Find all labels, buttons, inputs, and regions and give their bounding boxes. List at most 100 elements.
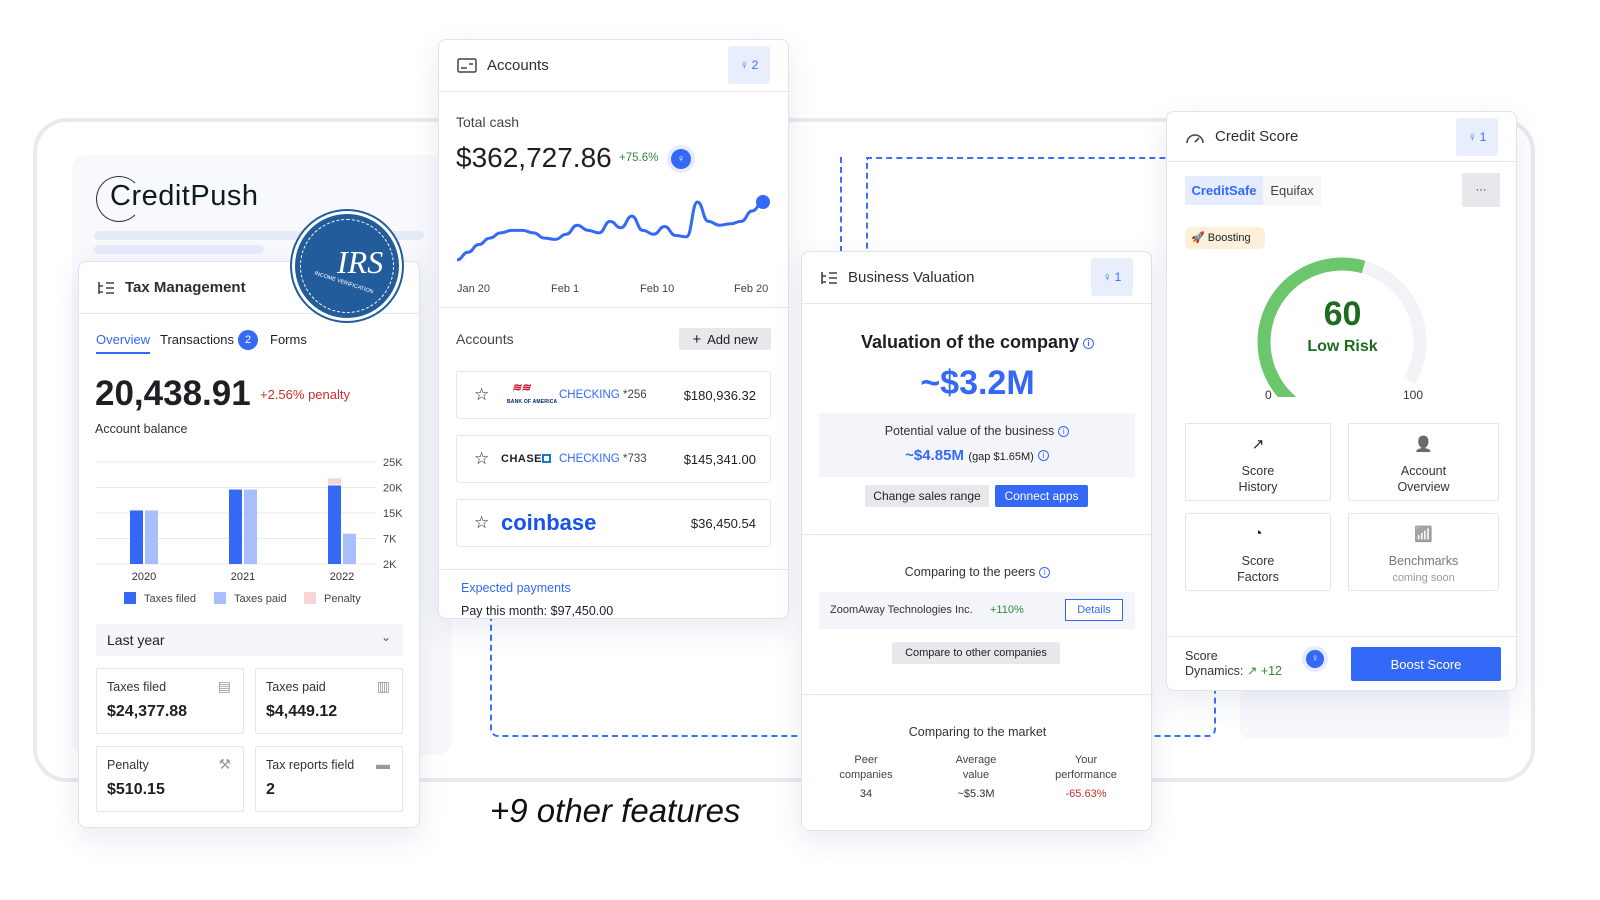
market-stat: Your performance -65.63%: [1036, 753, 1136, 802]
account-amount: $180,936.32: [683, 388, 756, 403]
active-tab-indicator: [96, 352, 150, 354]
credit-tile[interactable]: ↗ Score History: [1185, 423, 1331, 501]
credit-tile[interactable]: 👤 Account Overview: [1348, 423, 1499, 501]
market-label: performance: [1055, 769, 1117, 781]
divider: [439, 307, 788, 308]
bar-taxes-filed: [328, 485, 341, 564]
tab-equifax[interactable]: Equifax: [1263, 176, 1321, 205]
tab-transactions[interactable]: Transactions: [160, 332, 234, 347]
bar-penalty: [328, 478, 341, 485]
pay-this-month: Pay this month: $97,450.00: [461, 604, 614, 618]
divider: [439, 569, 788, 570]
pie-chart-icon: ◔: [1253, 525, 1263, 542]
account-type: CHECKING: [559, 453, 620, 465]
market-title: Comparing to the market: [908, 725, 1047, 739]
change-sales-range-button[interactable]: Change sales range: [865, 485, 989, 507]
wallet-icon: [457, 58, 477, 73]
stat-value: $4,449.12: [266, 703, 338, 720]
stat-value: 2: [266, 781, 275, 798]
boost-score-button[interactable]: Boost Score: [1351, 647, 1501, 681]
insights-button[interactable]: ♀ 1: [1091, 258, 1133, 296]
benchmark-chart-icon: 📶: [1414, 526, 1433, 543]
add-new-button[interactable]: + Add new: [679, 328, 771, 350]
bar-taxes-filed: [130, 510, 143, 564]
connect-apps-button[interactable]: Connect apps: [995, 485, 1088, 507]
legend-label: Taxes paid: [234, 593, 287, 605]
info-icon[interactable]: i: [1037, 450, 1049, 462]
stat-label: Taxes filed: [107, 680, 167, 694]
info-icon[interactable]: i: [1058, 426, 1070, 438]
account-row[interactable]: ☆ coinbase $36,450.54: [456, 499, 771, 547]
more-options-button[interactable]: ···: [1462, 173, 1500, 207]
divider: [1167, 636, 1516, 637]
dashed-line: [840, 157, 842, 252]
tab-overview[interactable]: Overview: [96, 332, 150, 347]
features-tagline: +9 other features: [490, 792, 741, 829]
gauge-max: 100: [1403, 388, 1424, 402]
bank-logo: coinbase: [501, 510, 597, 535]
insights-button[interactable]: ♀ 2: [728, 46, 770, 84]
tile-label: Benchmarks coming soon: [1349, 553, 1498, 586]
card-title: Tax Management: [125, 279, 246, 296]
total-cash: $362,727.86: [456, 142, 612, 173]
market-label: value: [962, 769, 990, 781]
stat-label: Penalty: [107, 758, 149, 772]
period-select[interactable]: Last year ⌄: [96, 624, 403, 656]
backdrop-panel: [1240, 690, 1510, 738]
expected-payments-link[interactable]: Expected payments: [461, 581, 571, 595]
potential-label-text: Potential value of the business: [884, 424, 1055, 438]
insights-count: 1: [1479, 130, 1487, 144]
transactions-badge: 2: [238, 330, 258, 350]
lightbulb-icon[interactable]: ♀: [1306, 650, 1324, 668]
divider: [802, 694, 1151, 695]
info-icon[interactable]: i: [1039, 567, 1051, 579]
credit-tile[interactable]: ◔ Score Factors: [1185, 513, 1331, 591]
chase-logo-icon: [542, 454, 551, 463]
info-icon[interactable]: i: [1083, 337, 1095, 349]
folder-icon: ▬: [376, 756, 390, 772]
valuation-heading: Valuation of the company i: [802, 332, 1151, 353]
insights-button[interactable]: ♀ 1: [1456, 118, 1498, 156]
tab-creditsafe[interactable]: CreditSafe: [1185, 176, 1263, 205]
compare-companies-button[interactable]: Compare to other companies: [892, 642, 1060, 664]
x-tick-label: 2020: [132, 571, 156, 583]
cash-line-chart: Jan 20 Feb 1 Feb 10 Feb 20: [456, 195, 770, 295]
bar-taxes-filed: [229, 489, 242, 564]
market-value: 34: [859, 788, 873, 800]
list-tree-icon: [98, 281, 114, 294]
credit-tile[interactable]: 📶 Benchmarks coming soon: [1348, 513, 1499, 591]
stat-box: Tax reports field ▬ 2: [255, 746, 403, 812]
star-icon[interactable]: ☆: [474, 385, 489, 405]
stat-label: Taxes paid: [266, 680, 326, 694]
creditpush-logo: CreditPush: [110, 180, 259, 212]
rocket-icon: 🚀: [1191, 232, 1205, 244]
bar-taxes-paid: [145, 510, 158, 564]
legend-swatch: [304, 592, 316, 604]
score-value: 60: [1323, 295, 1362, 333]
account-mask: *733: [623, 453, 647, 465]
gavel-icon: ⚒: [218, 756, 231, 772]
market-label: Your: [1074, 754, 1098, 766]
account-row[interactable]: ☆ ≋≋ Bank of America CHECKING *256 $180,936.3…: [456, 371, 771, 419]
latest-point[interactable]: [756, 195, 770, 209]
potential-gap: (gap $1.65M): [968, 451, 1034, 463]
bank-logo: CHASE: [501, 453, 543, 465]
y-tick-label: 25K: [383, 457, 403, 469]
market-value: ~$5.3M: [957, 788, 995, 800]
stat-value: $24,377.88: [107, 703, 188, 720]
star-icon[interactable]: ☆: [474, 449, 489, 469]
market-label: companies: [839, 769, 893, 781]
star-icon[interactable]: ☆: [474, 513, 489, 533]
peer-change: +110%: [990, 604, 1024, 616]
lightbulb-icon[interactable]: ♀: [671, 149, 691, 169]
tab-forms[interactable]: Forms: [270, 332, 307, 347]
x-tick-label: Feb 10: [640, 283, 674, 295]
account-row[interactable]: ☆ CHASE CHECKING *733 $145,341.00: [456, 435, 771, 483]
gauge-min: 0: [1265, 388, 1272, 402]
plus-icon: +: [692, 330, 702, 348]
peer-name: ZoomAway Technologies Inc.: [830, 604, 973, 616]
chart-trend-icon: ↗: [1251, 436, 1265, 453]
tile-label-1: Benchmarks: [1388, 554, 1459, 568]
dynamics-label: Dynamics:: [1185, 664, 1244, 678]
details-button[interactable]: Details: [1065, 599, 1123, 621]
